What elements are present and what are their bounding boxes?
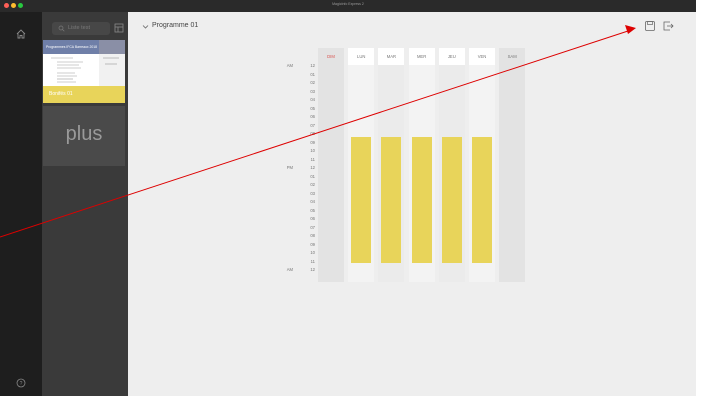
program-card[interactable]: Programmes IFCA Barreaux 2018 Bonifés 01 bbox=[43, 40, 125, 103]
hour-label: 06 bbox=[310, 216, 315, 221]
hour-period-label: AM bbox=[286, 63, 293, 68]
hour-label: 09 bbox=[310, 241, 315, 247]
hour-label: 12 bbox=[310, 267, 315, 272]
svg-text:?: ? bbox=[20, 381, 23, 387]
day-header: SAM bbox=[499, 48, 526, 65]
search-placeholder: Liste test bbox=[68, 25, 91, 31]
hour-label: 12 bbox=[310, 63, 315, 68]
hour-label: 11 bbox=[310, 156, 315, 162]
hour-label: 05 bbox=[310, 105, 315, 111]
search-input[interactable]: Liste test bbox=[52, 22, 110, 35]
hour-period-label: AM bbox=[286, 267, 293, 272]
hour-label: 08 bbox=[310, 233, 315, 238]
schedule-block[interactable] bbox=[441, 137, 462, 263]
hour-label: 07 bbox=[310, 122, 315, 128]
left-rail: ? bbox=[0, 12, 42, 396]
day-header: MER bbox=[408, 48, 435, 65]
hour-label: 06 bbox=[310, 114, 315, 119]
program-thumbnail: Programmes IFCA Barreaux 2018 bbox=[43, 40, 125, 86]
hour-label: 08 bbox=[310, 131, 315, 136]
help-icon[interactable]: ? bbox=[16, 378, 26, 388]
schedule-block[interactable] bbox=[381, 137, 402, 263]
hour-label: 03 bbox=[310, 88, 315, 94]
exit-icon[interactable] bbox=[662, 20, 674, 32]
day-column[interactable]: SAM bbox=[499, 48, 526, 282]
day-header: LUN bbox=[348, 48, 375, 65]
hour-label: 10 bbox=[310, 148, 315, 153]
schedule-block[interactable] bbox=[472, 137, 492, 263]
program-card-label: Bonifés 01 bbox=[49, 91, 73, 97]
program-title[interactable]: Programme 01 bbox=[152, 22, 198, 29]
day-header: JEU bbox=[438, 48, 465, 65]
search-icon bbox=[58, 25, 65, 32]
schedule-block[interactable] bbox=[351, 137, 372, 263]
hour-label: 02 bbox=[310, 80, 315, 85]
add-program-button[interactable]: plus bbox=[43, 106, 125, 166]
hour-label: 05 bbox=[310, 207, 315, 213]
hour-label: 11 bbox=[310, 258, 315, 264]
hour-label: 04 bbox=[310, 199, 315, 204]
layout-icon[interactable] bbox=[114, 23, 124, 33]
title-bar: MagicInfo Express 2 bbox=[0, 0, 696, 12]
day-header: DIM bbox=[318, 48, 344, 65]
hour-label: 01 bbox=[310, 173, 315, 179]
day-column[interactable]: DIM bbox=[318, 48, 344, 282]
chevron-down-icon[interactable] bbox=[142, 24, 149, 30]
hour-period-label: PM bbox=[286, 165, 293, 170]
add-icon: plus bbox=[65, 123, 103, 145]
hour-label: 12 bbox=[310, 165, 315, 170]
day-header: MAR bbox=[378, 48, 405, 65]
hour-label: 09 bbox=[310, 139, 315, 145]
home-icon[interactable] bbox=[15, 28, 27, 40]
thumbnail-title: Programmes IFCA Barreaux 2018 bbox=[46, 45, 98, 49]
hour-label: 01 bbox=[310, 71, 315, 77]
window-title: MagicInfo Express 2 bbox=[332, 2, 364, 6]
hour-label: 10 bbox=[310, 250, 315, 255]
schedule-block[interactable] bbox=[411, 137, 432, 263]
app-window: MagicInfo Express 2 ? Liste test Program… bbox=[0, 0, 696, 396]
hour-label: 02 bbox=[310, 182, 315, 187]
hour-label: 03 bbox=[310, 190, 315, 196]
save-icon[interactable] bbox=[644, 20, 656, 32]
day-header: VEN bbox=[469, 48, 495, 65]
hour-label: 04 bbox=[310, 97, 315, 102]
hour-label: 07 bbox=[310, 224, 315, 230]
